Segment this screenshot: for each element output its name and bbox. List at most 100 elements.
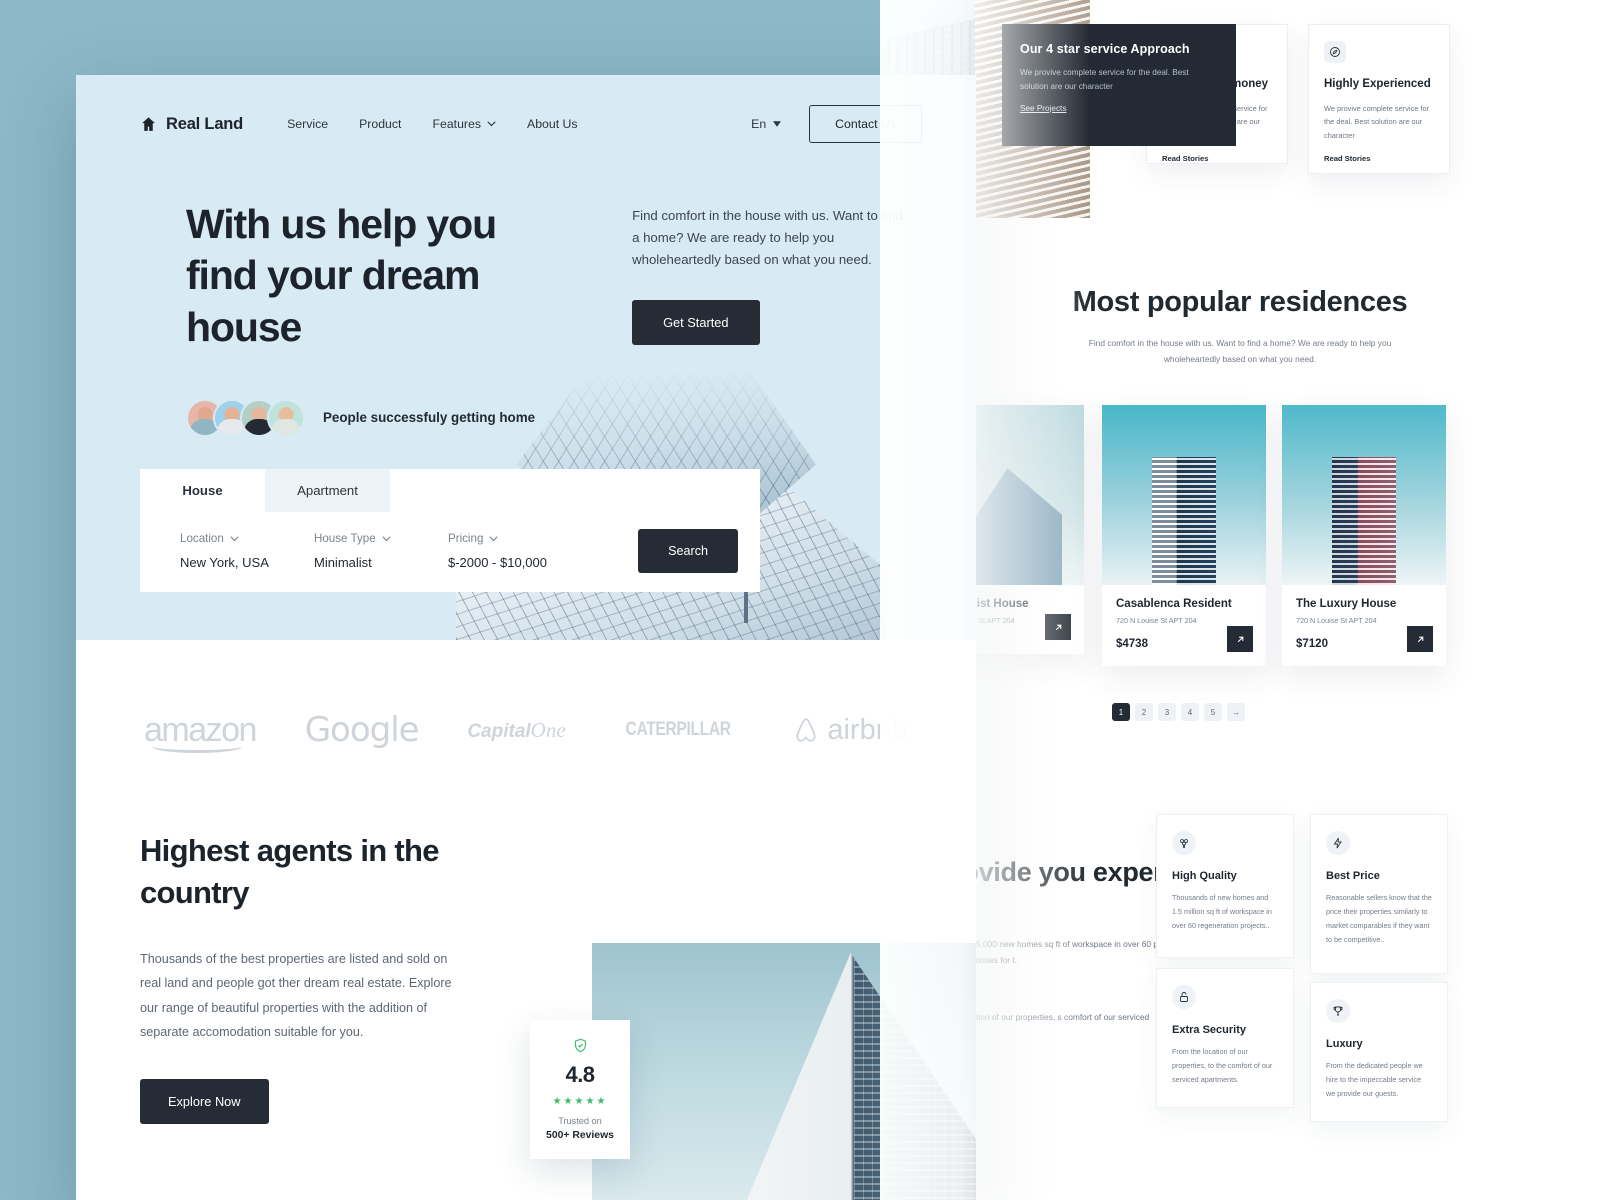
feature-card-extra-security: Extra Security From the location of our …: [1156, 968, 1294, 1108]
agents-heading: Highest agents in the country: [140, 833, 439, 910]
logo-amazon: amazon: [144, 711, 257, 753]
agents-building-image: [592, 943, 976, 1200]
logo-airbnb: airbnb: [791, 714, 908, 747]
field-pricing[interactable]: Pricing $-2000 - $10,000: [448, 532, 638, 570]
nav-item-service[interactable]: Service: [287, 117, 328, 131]
hero-heading: With us help you find your dream house: [186, 201, 497, 350]
language-value: En: [751, 117, 767, 131]
popular-residences-subtitle: Find comfort in the house with us. Want …: [1088, 338, 1392, 364]
feature-title: High Quality: [1172, 870, 1237, 882]
main-landing-page: Real Land Service Product Features About…: [76, 75, 976, 1200]
get-started-button[interactable]: Get Started: [632, 299, 760, 345]
pagination-page-1[interactable]: 1: [1112, 703, 1130, 721]
feature-card-best-price: Best Price Reasonable sellers know that …: [1310, 814, 1448, 974]
brand-logo[interactable]: Real Land: [140, 115, 243, 134]
field-location-label: Location: [180, 532, 224, 545]
arrow-up-right-icon[interactable]: [1045, 614, 1071, 640]
residence-photo: [1282, 405, 1446, 585]
service-approach-body: We provive complete service for the deal…: [1020, 67, 1189, 92]
rating-trusted-label: Trusted on: [558, 1116, 602, 1126]
nav-item-about-us[interactable]: About Us: [527, 117, 578, 131]
trophy-icon: [1326, 999, 1350, 1023]
avatar: [267, 398, 305, 437]
social-proof-text: People successfuly getting home: [323, 410, 536, 426]
residence-card[interactable]: Casablenca Resident 720 N Louise St APT …: [1102, 405, 1266, 666]
hero-section: Real Land Service Product Features About…: [76, 75, 976, 640]
search-tabs: House Apartment: [140, 469, 760, 512]
tabs-spacer: [390, 469, 760, 512]
explore-now-button[interactable]: Explore Now: [140, 1078, 269, 1124]
service-card-highly-experienced[interactable]: Highly Experienced We provive complete s…: [1308, 24, 1450, 174]
rating-stars: ★★★★★: [552, 1096, 608, 1107]
partner-logos: amazon Google CapitalOne CATERPILLAR air…: [76, 640, 976, 753]
service-card-body: We provive complete service for the deal…: [1324, 103, 1430, 140]
nav-item-features[interactable]: Features: [432, 117, 496, 131]
residence-photo: [1102, 405, 1266, 585]
nav-item-features-label: Features: [432, 117, 481, 131]
search-button[interactable]: Search: [638, 529, 738, 573]
screenshot-stage: Our 4 star service Approach We provive c…: [0, 0, 1600, 1200]
feature-card-luxury: Luxury From the dedicated people we hire…: [1310, 982, 1448, 1122]
nav-item-product[interactable]: Product: [359, 117, 401, 131]
pagination-page-2[interactable]: 2: [1135, 703, 1153, 721]
tab-apartment[interactable]: Apartment: [265, 469, 390, 512]
feature-card-high-quality: High Quality Thousands of new homes and …: [1156, 814, 1294, 958]
logo-caterpillar: CATERPILLAR: [625, 719, 732, 740]
pagination-next-button[interactable]: →: [1227, 703, 1245, 721]
rating-card: 4.8 ★★★★★ Trusted on 500+ Reviews: [530, 1020, 630, 1159]
field-house-type-label: House Type: [313, 532, 376, 545]
hero-paragraph: Find comfort in the house with us. Want …: [632, 208, 903, 268]
rating-score: 4.8: [565, 1062, 595, 1087]
arrow-up-right-icon[interactable]: [1407, 626, 1433, 652]
pagination[interactable]: 1 2 3 4 5 →: [1112, 703, 1245, 721]
chevron-down-icon: [489, 535, 499, 541]
field-pricing-label: Pricing: [447, 532, 484, 545]
residence-address: 720 N Louise St APT 204: [1116, 616, 1197, 625]
home-icon: [140, 116, 157, 133]
pagination-page-3[interactable]: 3: [1158, 703, 1176, 721]
quality-icon: [1172, 831, 1196, 855]
bolt-icon: [1326, 831, 1350, 855]
chevron-down-icon: [230, 535, 239, 541]
nav-menu: Service Product Features About Us: [287, 117, 578, 131]
contact-us-button[interactable]: Contact Us: [809, 105, 922, 143]
pagination-page-5[interactable]: 5: [1204, 703, 1222, 721]
arrow-up-right-icon[interactable]: [1227, 626, 1253, 652]
pagination-page-4[interactable]: 4: [1181, 703, 1199, 721]
feature-title: Extra Security: [1172, 1024, 1246, 1036]
field-pricing-value: $-2000 - $10,000: [447, 555, 547, 570]
feature-body: From the location of our properties, to …: [1172, 1047, 1273, 1085]
field-house-type[interactable]: House Type Minimalist: [314, 532, 448, 570]
read-stories-link[interactable]: Read Stories: [1162, 154, 1272, 163]
chevron-down-icon: [487, 121, 496, 127]
tab-house[interactable]: House: [140, 469, 265, 512]
service-approach-title: Our 4 star service Approach: [1020, 42, 1190, 56]
nav-right-group: En Contact Us: [751, 105, 922, 143]
lock-icon: [1172, 985, 1196, 1009]
compass-icon: [1324, 41, 1346, 63]
service-card-title: Highly Experienced: [1324, 78, 1431, 90]
field-location[interactable]: Location New York, USA: [180, 532, 314, 570]
popular-residences-title: Most popular residences: [1072, 286, 1408, 318]
search-fields: Location New York, USA House Type Minima…: [140, 512, 760, 592]
property-search-widget: House Apartment Location New York, USA H…: [140, 469, 760, 592]
field-location-value: New York, USA: [180, 555, 269, 570]
feature-title: Luxury: [1326, 1038, 1363, 1050]
caret-down-icon: [773, 121, 782, 127]
feature-title: Best Price: [1326, 870, 1380, 882]
see-projects-link[interactable]: See Projects: [1020, 104, 1066, 113]
airbnb-mark-icon: [796, 717, 816, 742]
agents-paragraph: Thousands of the best properties are lis…: [140, 951, 452, 1040]
feature-body: From the dedicated people we hire to the…: [1326, 1061, 1423, 1099]
residence-title: Casablenca Resident: [1116, 598, 1232, 610]
logo-capital-one: CapitalOne: [467, 717, 566, 742]
feature-body: Thousands of new homes and 1.5 million s…: [1172, 893, 1272, 931]
shield-check-icon: [573, 1038, 588, 1054]
avatar-group: [186, 398, 305, 437]
top-navigation: Real Land Service Product Features About…: [76, 75, 976, 143]
field-house-type-value: Minimalist: [313, 555, 372, 570]
residence-card[interactable]: The Luxury House 720 N Louise St APT 204…: [1282, 405, 1446, 666]
language-selector[interactable]: En: [751, 117, 782, 131]
secondary-page-preview: Our 4 star service Approach We provive c…: [880, 0, 1600, 1200]
read-stories-link[interactable]: Read Stories: [1324, 154, 1434, 163]
